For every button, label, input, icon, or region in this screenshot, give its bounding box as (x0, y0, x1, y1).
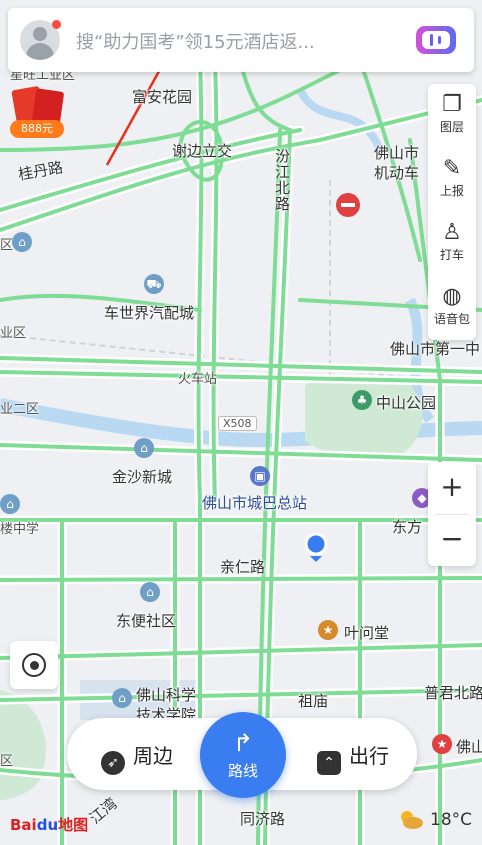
shop-icon: ⛟ (144, 274, 164, 294)
layers-icon: ❐ (442, 92, 462, 117)
map-label-dongbian-community: 东便社区 (116, 612, 177, 630)
bus-station-icon: ▣ (250, 466, 270, 486)
map-label-jinsha-new-city: 金沙新城 (112, 468, 173, 486)
report-icon: ✎ (442, 156, 462, 181)
voice-pack-icon: ◍ (442, 284, 462, 309)
taxi-button[interactable]: ♙ 打车 (428, 212, 476, 272)
promo-amount: 888元 (10, 120, 64, 138)
route-arrow-icon: ↱ (232, 729, 254, 757)
search-input[interactable]: 搜“助力国考”领15元酒店返... (76, 28, 315, 54)
layers-button[interactable]: ❐ 图层 (428, 84, 476, 144)
nearby-button[interactable]: ➶ 周边 (101, 740, 173, 775)
map-label-cheshijie: 车世界汽配城 (104, 304, 195, 322)
community-icon: ⌂ (12, 232, 32, 252)
temperature-label: 18°C (430, 810, 473, 830)
landmark-icon: ★ (318, 620, 338, 640)
zoom-control: + − (428, 462, 476, 566)
voice-assistant-icon[interactable] (416, 26, 456, 54)
report-button[interactable]: ✎ 上报 (428, 148, 476, 208)
map-label-tongji-road: 同济路 (240, 810, 286, 828)
travel-button[interactable]: ⌃ 出行 (317, 740, 389, 775)
map-label-foshan-right: 佛山 (456, 738, 482, 756)
hospital-icon: ★ (432, 734, 452, 754)
notification-dot (52, 20, 61, 29)
map-label-train-station: 火车站 (178, 372, 218, 387)
map-label-dongfang: 东方 (392, 518, 423, 536)
travel-icon: ⌃ (317, 751, 341, 775)
road-badge-x508: X508 (218, 416, 257, 431)
voice-pack-button[interactable]: ◍ 语音包 (428, 276, 476, 336)
red-envelope-promo[interactable]: 888元 (8, 85, 66, 140)
map-tools-panel: ❐ 图层 ✎ 上报 ♙ 打车 ◍ 语音包 (428, 84, 476, 340)
map-label-zhongshan-park: 中山公园 (376, 394, 437, 412)
map-label-foshan-no1: 佛山市第一中 (390, 340, 481, 358)
map-label-foshan-science-1: 佛山科学 (136, 686, 197, 704)
zoom-in-button[interactable]: + (428, 462, 476, 514)
route-button[interactable]: ↱ 路线 (200, 712, 286, 798)
map-label-fenjiang-north-road: 汾江北路 (273, 148, 291, 212)
weather-icon (401, 811, 423, 829)
park-icon: ♣ (352, 390, 372, 410)
zoom-out-button[interactable]: − (428, 514, 476, 566)
map-label-fuan-garden: 富安花园 (132, 88, 193, 106)
map-label-yewentang: 叶问堂 (344, 624, 390, 642)
map-label-foshan-vehicle-2: 机动车 (374, 164, 420, 182)
compass-icon: ➶ (101, 751, 125, 775)
map-label-zone-left-2: 业区 (0, 326, 27, 341)
school-icon-left: ⌂ (0, 494, 20, 514)
map-label-pujun-north-road: 普君北路 (424, 684, 482, 702)
residential-icon: ⌂ (134, 438, 154, 458)
search-bar[interactable]: 搜“助力国考”领15元酒店返... (8, 8, 474, 72)
baidu-map-logo: Baidu地图 (10, 816, 89, 834)
map-label-foshan-bus-station: 佛山市城巴总站 (202, 494, 308, 512)
map-label-qinren-road: 亲仁路 (220, 558, 266, 576)
taxi-icon: ♙ (442, 220, 462, 245)
community-icon-2: ⌂ (140, 582, 160, 602)
map-label-foshan-vehicle-1: 佛山市 (374, 144, 420, 162)
map-label-zone-left-3: 业二区 (0, 402, 40, 417)
map-label-zone-left: 区 (0, 238, 14, 253)
map-label-zone-bottom: 区 (0, 754, 14, 769)
map-label-middle-school: 楼中学 (0, 522, 40, 537)
map-label-xiebian-interchange: 谢边立交 (172, 142, 233, 160)
locate-me-button[interactable] (10, 641, 58, 689)
map-label-zumiao: 祖庙 (298, 692, 329, 710)
college-icon: ⌂ (112, 688, 132, 708)
